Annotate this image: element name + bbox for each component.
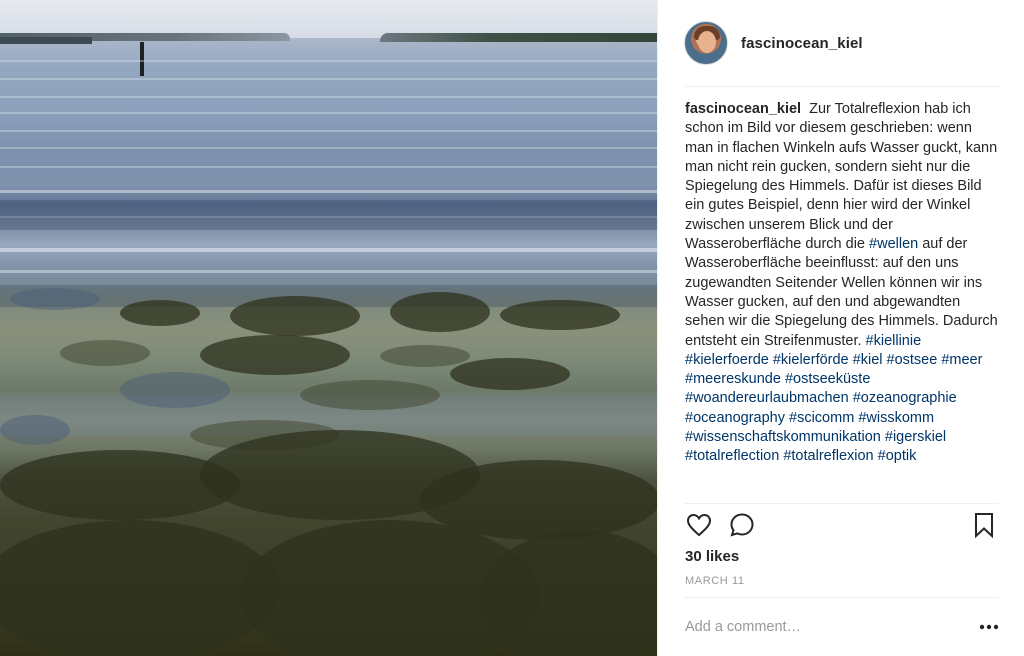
hashtag-link[interactable]: #wellen xyxy=(869,236,918,252)
photo-seaweed xyxy=(120,372,230,408)
photo-ripple xyxy=(0,190,657,193)
hashtag-link[interactable]: #meer xyxy=(941,352,982,368)
header-divider xyxy=(684,86,999,87)
photo-ripple xyxy=(0,78,657,80)
more-options-icon[interactable] xyxy=(976,616,1002,638)
hashtag-link[interactable]: #woandereurlaubmachen xyxy=(685,390,849,406)
post-actions xyxy=(684,510,999,542)
caption-divider xyxy=(684,503,999,504)
hashtag-link[interactable]: #kiellinie xyxy=(866,333,922,349)
photo-ripple xyxy=(0,166,657,168)
hashtag-link[interactable]: #totalreflection xyxy=(685,448,779,464)
photo-buoy-pole xyxy=(140,42,144,76)
avatar[interactable] xyxy=(684,21,728,65)
hashtag-link[interactable]: #ostseeküste xyxy=(785,371,870,387)
likes-count[interactable]: 30 likes xyxy=(685,548,739,565)
caption-text: Zur Totalreflexion hab ich schon im Bild… xyxy=(685,101,998,253)
bookmark-icon[interactable] xyxy=(969,510,999,540)
post-date[interactable]: MARCH 11 xyxy=(685,575,745,587)
hashtag-link[interactable]: #ostsee xyxy=(887,352,938,368)
heart-icon[interactable] xyxy=(684,510,714,540)
photo-seaweed xyxy=(500,300,620,330)
photo-seaweed xyxy=(60,340,150,366)
photo-ripple xyxy=(0,130,657,132)
photo-seaweed xyxy=(200,335,350,375)
hashtag-link[interactable]: #optik xyxy=(878,448,917,464)
caption-username-link[interactable]: fascinocean_kiel xyxy=(685,101,801,117)
hashtag-link[interactable]: #kielerfoerde xyxy=(685,352,769,368)
caption-hashtags: #kiellinie #kielerfoerde #kielerförde #k… xyxy=(685,333,982,465)
hashtag-link[interactable]: #wissenschaftskommunikation xyxy=(685,429,881,445)
photo-seaweed xyxy=(390,292,490,332)
photo-ripple xyxy=(0,60,657,62)
photo-wave-band xyxy=(0,200,657,230)
hashtag-link[interactable]: #kiel xyxy=(853,352,883,368)
post-caption: fascinocean_kiel Zur Totalreflexion hab … xyxy=(685,100,1003,504)
comment-divider xyxy=(684,597,999,598)
photo-seaweed xyxy=(120,300,200,326)
photo-shore-right xyxy=(380,33,657,42)
hashtag-link[interactable]: #wisskomm xyxy=(858,410,934,426)
hashtag-link[interactable]: #meereskunde xyxy=(685,371,781,387)
photo-seaweed xyxy=(380,345,470,367)
comment-bubble-icon[interactable] xyxy=(727,510,757,540)
photo-pier xyxy=(0,37,92,44)
avatar-face xyxy=(698,31,716,53)
photo-seaweed xyxy=(0,415,70,445)
photo-seaweed xyxy=(0,520,280,656)
comment-input[interactable] xyxy=(685,612,965,642)
hashtag-link[interactable]: #kielerförde xyxy=(773,352,849,368)
photo-seaweed xyxy=(450,358,570,390)
photo-ripple xyxy=(0,248,657,252)
photo-seaweed xyxy=(10,288,100,310)
post-username-link[interactable]: fascinocean_kiel xyxy=(741,35,863,52)
photo-seaweed xyxy=(230,296,360,336)
post-photo[interactable] xyxy=(0,0,657,656)
hashtag-link[interactable]: #oceanography xyxy=(685,410,785,426)
post-header: fascinocean_kiel xyxy=(658,0,1024,86)
photo-ripple xyxy=(0,147,657,149)
photo-ripple xyxy=(0,270,657,273)
post-side-panel: fascinocean_kiel fascinocean_kiel Zur To… xyxy=(657,0,1024,656)
caption-text-after: auf der Wasseroberfläche beeinflusst: au… xyxy=(685,236,998,349)
photo-seaweed xyxy=(300,380,440,410)
hashtag-link[interactable]: #totalreflexion xyxy=(783,448,873,464)
hashtag-link[interactable]: #ozeanographie xyxy=(853,390,957,406)
hashtag-link[interactable]: #scicomm xyxy=(789,410,854,426)
hashtag-link[interactable]: #igerskiel xyxy=(885,429,946,445)
photo-ripple xyxy=(0,112,657,114)
photo-ripple xyxy=(0,96,657,98)
